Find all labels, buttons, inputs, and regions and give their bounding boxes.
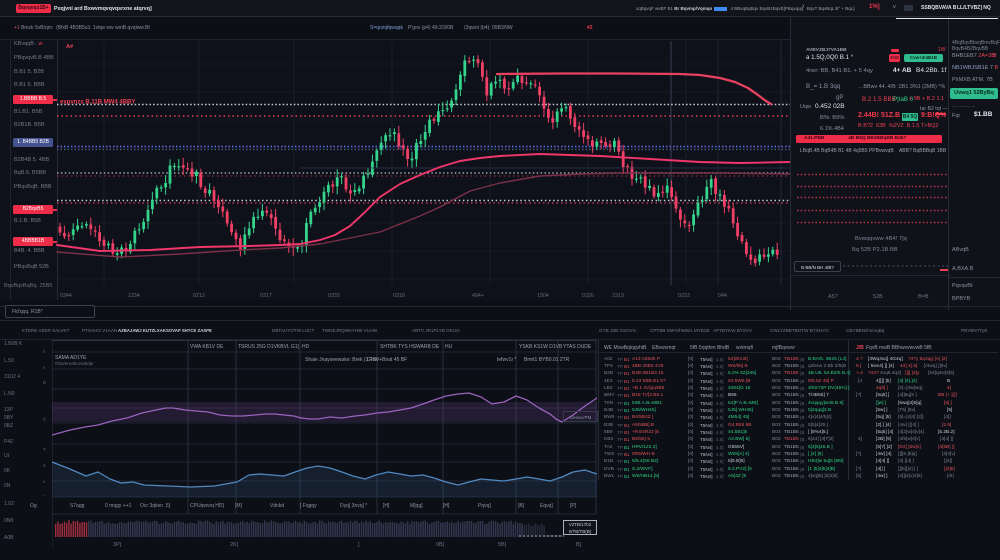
svg-text:expvnzs B.11B MW4 4BBY: expvnzs B.11B MW4 4BBY	[60, 100, 135, 106]
svg-text:A#: A#	[66, 44, 73, 50]
